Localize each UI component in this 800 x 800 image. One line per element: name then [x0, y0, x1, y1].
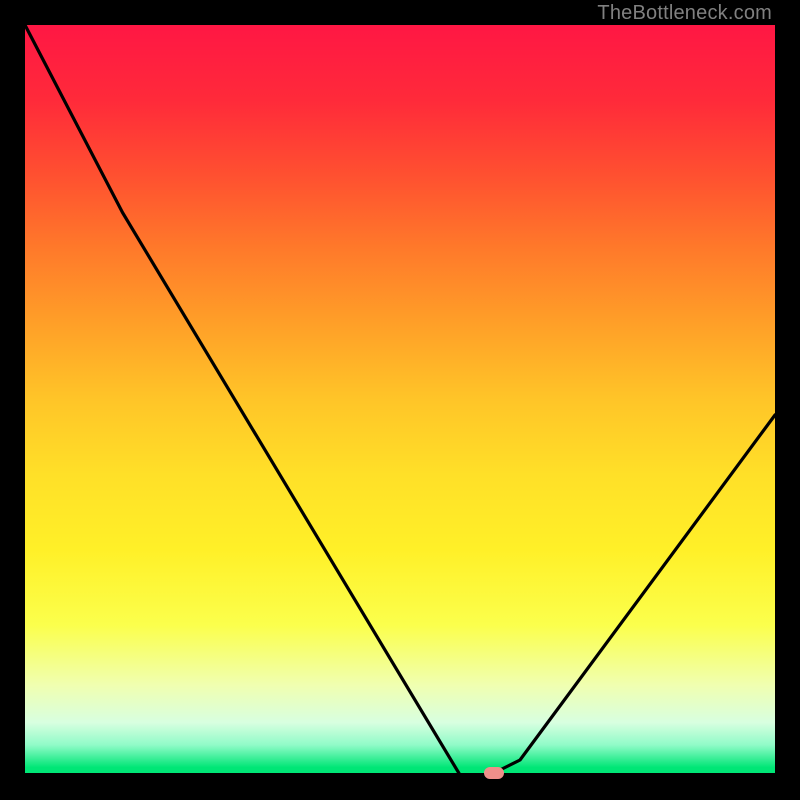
- optimal-point-marker: [484, 767, 504, 779]
- watermark-text: TheBottleneck.com: [597, 2, 772, 25]
- bottleneck-curve: [25, 25, 775, 775]
- chart-container: TheBottleneck.com: [0, 0, 800, 800]
- plot-area: [25, 25, 775, 775]
- curve-path: [25, 25, 775, 775]
